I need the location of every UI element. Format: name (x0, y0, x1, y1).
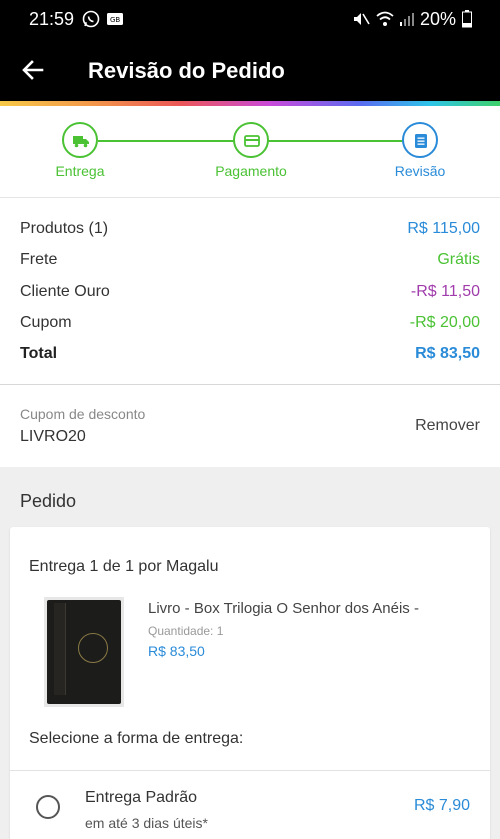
cast-icon: GB (106, 10, 124, 33)
summary-label: Total (20, 345, 58, 362)
order-title: Pedido (20, 491, 77, 511)
wifi-icon (375, 10, 395, 33)
product-image (44, 597, 124, 707)
order-section: Pedido Entrega 1 de 1 por Magalu Livro -… (0, 467, 500, 839)
remove-coupon-button[interactable]: Remover (415, 417, 480, 435)
step-connector (268, 140, 404, 142)
delivery-option-eta: em até 3 dias úteis* (85, 815, 208, 831)
delivery-select-title: Selecione a forma de entrega: (29, 730, 244, 747)
signal-icon (398, 10, 416, 33)
step-connector (98, 140, 234, 142)
delivery-radio[interactable] (36, 795, 60, 819)
summary-row-produtos: Produtos (1) R$ 115,00 (0, 214, 500, 244)
app-bar: Revisão do Pedido (0, 37, 500, 101)
summary-label: Cupom (20, 314, 72, 331)
summary-row-cliente-ouro: Cliente Ouro -R$ 11,50 (0, 277, 500, 307)
step-label-pagamento: Pagamento (215, 163, 287, 179)
step-revisao[interactable] (402, 122, 438, 158)
summary-value: R$ 83,50 (415, 345, 480, 362)
truck-icon (73, 136, 89, 148)
battery-icon (462, 10, 472, 33)
coupon-section: Cupom de desconto LIVRO20 Remover (0, 385, 500, 467)
delivery-option-name[interactable]: Entrega Padrão (85, 789, 197, 807)
step-label-entrega: Entrega (55, 163, 105, 179)
summary-value: -R$ 20,00 (409, 314, 480, 331)
product-quantity: Quantidade: 1 (148, 624, 224, 638)
summary-label: Cliente Ouro (20, 283, 110, 300)
shipment-card: Entrega 1 de 1 por Magalu Livro - Box Tr… (10, 527, 490, 839)
shipment-title: Entrega 1 de 1 por Magalu (29, 558, 219, 575)
battery-percent: 20% (419, 9, 456, 29)
step-label-revisao: Revisão (394, 163, 446, 179)
product-name[interactable]: Livro - Box Trilogia O Senhor dos Anéis … (148, 600, 419, 617)
arrow-left-icon (22, 60, 44, 80)
summary-value: Grátis (437, 251, 480, 268)
summary-label: Produtos (1) (20, 220, 109, 237)
mute-icon (352, 10, 370, 33)
summary-row-frete: Frete Grátis (0, 245, 500, 275)
delivery-option-price: R$ 7,90 (413, 797, 470, 814)
card-divider (10, 770, 490, 771)
coupon-label: Cupom de desconto (20, 406, 146, 422)
step-pagamento[interactable] (233, 122, 269, 158)
summary-value: R$ 115,00 (407, 220, 480, 237)
document-icon (415, 134, 427, 148)
checkout-stepper: Entrega Pagamento Revisão (0, 106, 500, 198)
summary-label: Frete (20, 251, 58, 268)
summary-row-total: Total R$ 83,50 (0, 339, 500, 369)
coupon-code: LIVRO20 (20, 428, 86, 445)
status-bar: 21:59 GB 20% (0, 0, 500, 37)
page-title: Revisão do Pedido (88, 58, 285, 83)
summary-value: -R$ 11,50 (410, 283, 480, 300)
status-time: 21:59 (29, 9, 75, 29)
back-button[interactable] (20, 57, 46, 83)
step-entrega[interactable] (62, 122, 98, 158)
whatsapp-icon (82, 10, 100, 33)
summary-row-cupom: Cupom -R$ 20,00 (0, 308, 500, 338)
svg-text:GB: GB (110, 16, 120, 24)
product-price: R$ 83,50 (148, 643, 205, 659)
card-icon (244, 135, 260, 147)
